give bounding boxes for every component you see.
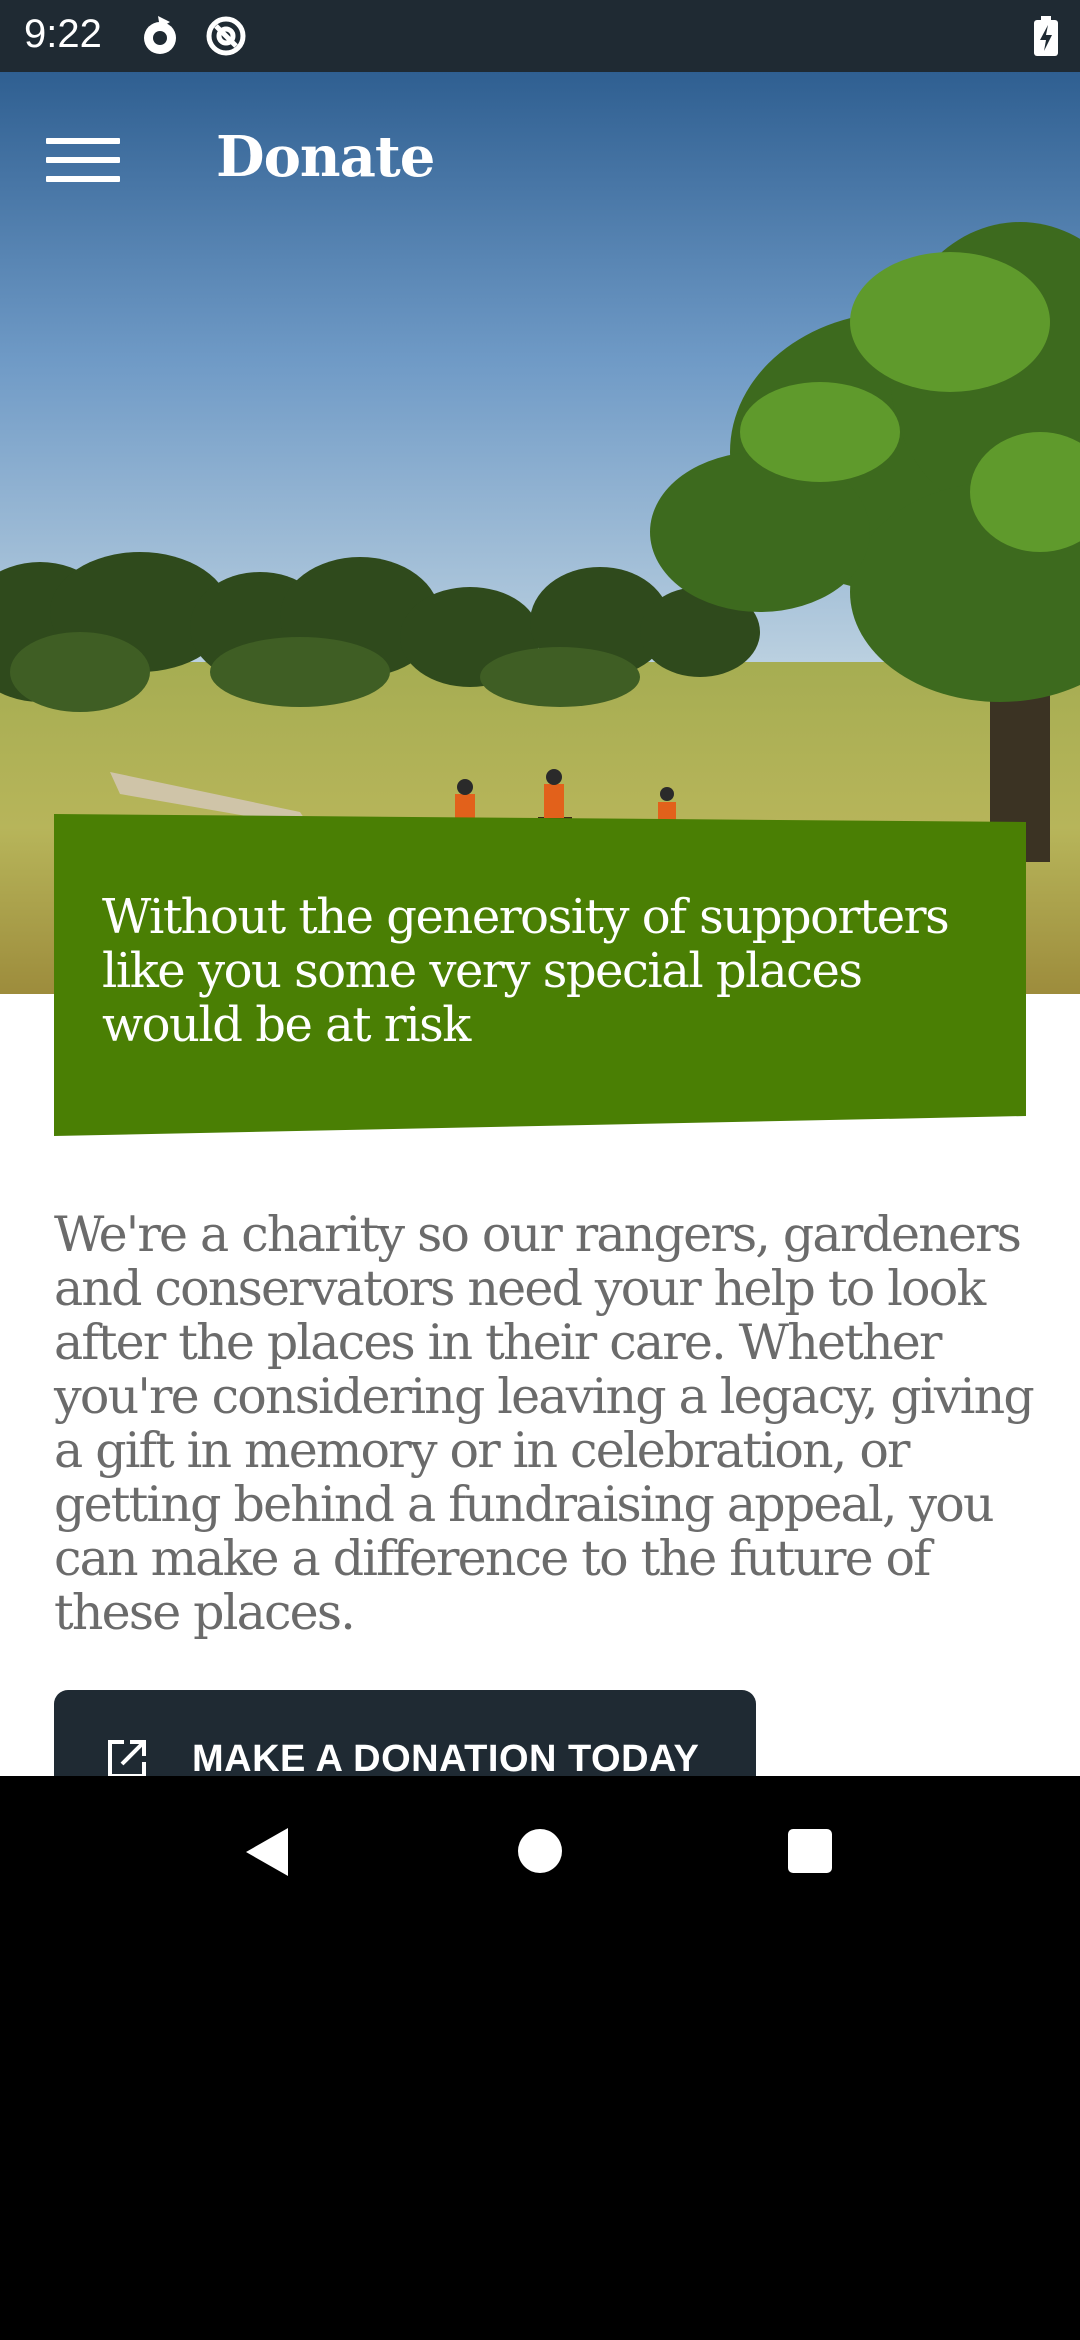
hamburger-menu-icon bbox=[46, 138, 120, 144]
donate-page[interactable]: Donate Without the generosity of support… bbox=[0, 72, 1080, 1776]
status-bar: 9:22 bbox=[0, 0, 1080, 72]
sync-icon bbox=[144, 16, 176, 54]
home-icon[interactable] bbox=[518, 1829, 562, 1873]
recents-icon[interactable] bbox=[788, 1829, 832, 1873]
donate-button-label: MAKE A DONATION TODAY bbox=[192, 1738, 700, 1776]
callout-banner: Without the generosity of supporters lik… bbox=[54, 814, 1026, 1138]
navigation-bar bbox=[0, 1776, 1080, 2340]
page-title: Donate bbox=[216, 124, 435, 190]
external-link-icon bbox=[108, 1740, 146, 1776]
status-time: 9:22 bbox=[24, 12, 102, 56]
at-sign-icon bbox=[206, 16, 246, 56]
battery-charging-icon bbox=[1034, 16, 1058, 56]
menu-button[interactable] bbox=[46, 130, 120, 190]
callout-text: Without the generosity of supporters lik… bbox=[102, 889, 950, 1053]
intro-paragraph: We're a charity so our rangers, gardener… bbox=[54, 1206, 1035, 1641]
back-icon[interactable] bbox=[242, 1826, 290, 1878]
make-donation-button[interactable]: MAKE A DONATION TODAY bbox=[54, 1690, 756, 1776]
